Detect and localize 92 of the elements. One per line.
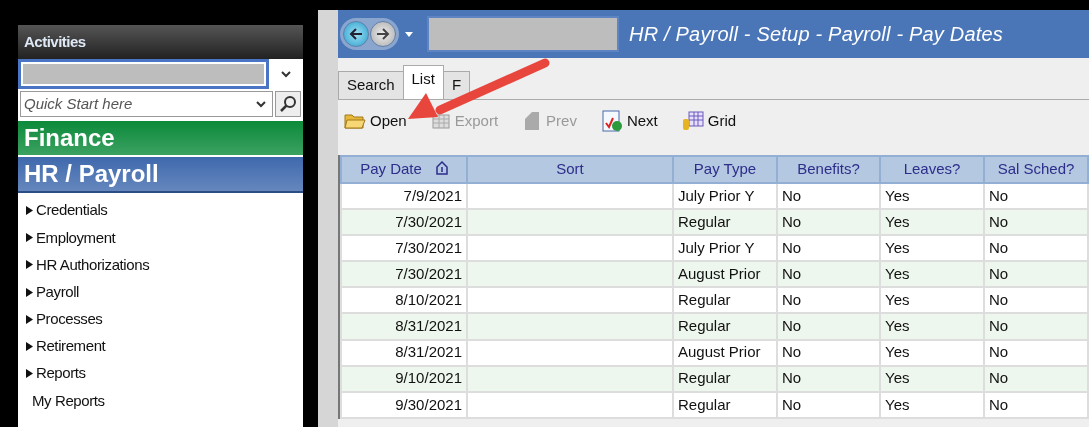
table-cell: Yes <box>880 261 984 288</box>
table-cell: Yes <box>880 235 984 262</box>
forward-button[interactable] <box>370 21 396 47</box>
toolbar-button[interactable]: Grid <box>681 109 737 133</box>
column-header[interactable]: Pay Date <box>341 156 467 183</box>
table-cell: Yes <box>880 183 984 210</box>
sidebar-item[interactable]: Reports <box>18 360 303 388</box>
table-cell: No <box>777 313 880 340</box>
table-cell: 8/31/2021 <box>341 313 467 340</box>
grid-icon <box>681 111 704 131</box>
tab[interactable]: Search <box>338 71 404 99</box>
table-cell: Yes <box>880 391 984 418</box>
table-cell: 7/30/2021 <box>341 235 467 262</box>
window-title: HR / Payroll - Setup - Payroll - Pay Dates <box>629 22 1004 47</box>
table-cell: No <box>984 235 1088 262</box>
column-header[interactable]: Pay Type <box>673 156 777 183</box>
sidebar-item[interactable]: Retirement <box>18 332 303 361</box>
table-cell: 7/30/2021 <box>341 261 467 288</box>
table-cell: Yes <box>880 313 984 340</box>
forward-arrow-icon <box>376 28 390 40</box>
module-header[interactable]: Finance <box>18 121 303 157</box>
sidebar-item[interactable]: My Reports <box>18 387 303 415</box>
sidebar-item[interactable]: HR Authorizations <box>18 251 303 279</box>
table-cell: 8/31/2021 <box>341 339 467 366</box>
table-cell: No <box>777 183 880 210</box>
table-cell: Regular <box>673 365 777 392</box>
sidebar-item[interactable]: Payroll <box>18 278 303 306</box>
table-cell: No <box>777 365 880 392</box>
table-cell: August Prior <box>673 339 777 366</box>
column-header[interactable]: Leaves? <box>880 156 984 183</box>
table-cell: August Prior <box>673 261 777 288</box>
table-cell: No <box>777 339 880 366</box>
expand-arrow-icon[interactable] <box>26 233 33 243</box>
table-cell: 7/9/2021 <box>341 183 467 210</box>
search-icon <box>279 95 297 113</box>
back-arrow-icon <box>349 28 363 40</box>
expand-arrow-icon[interactable] <box>26 206 33 216</box>
sort-icon[interactable] <box>435 161 448 176</box>
chevron-down-icon[interactable] <box>281 70 291 78</box>
sidebar-item[interactable]: Employment <box>18 224 303 252</box>
table-cell: 8/10/2021 <box>341 287 467 314</box>
caret-icon[interactable] <box>405 31 413 37</box>
document-check-icon <box>600 110 623 132</box>
column-header[interactable]: Benefits? <box>777 156 880 183</box>
table-cell: Yes <box>880 339 984 366</box>
table-cell: Regular <box>673 391 777 418</box>
expand-arrow-icon[interactable] <box>26 260 33 270</box>
table-cell: Yes <box>880 365 984 392</box>
dropdown-field[interactable] <box>18 59 269 89</box>
sidebar-item[interactable]: Credentials <box>18 197 303 225</box>
expand-arrow-icon[interactable] <box>26 342 33 352</box>
column-header[interactable]: Sort <box>467 156 673 183</box>
table-cell: Regular <box>673 287 777 314</box>
quick-start-field[interactable]: Quick Start here <box>20 91 273 117</box>
table-cell: No <box>777 261 880 288</box>
search-button[interactable] <box>275 91 301 117</box>
table-cell: Regular <box>673 209 777 236</box>
table-cell: 9/10/2021 <box>341 365 467 392</box>
table-cell: July Prior Y <box>673 183 777 210</box>
table-cell: No <box>984 313 1088 340</box>
table-cell: Yes <box>880 287 984 314</box>
toolbar-button[interactable]: Open <box>344 109 407 133</box>
expand-arrow-icon[interactable] <box>26 314 33 324</box>
table-cell: No <box>984 209 1088 236</box>
table-cell: No <box>984 183 1088 210</box>
table-cell: No <box>984 339 1088 366</box>
expand-arrow-icon[interactable] <box>26 369 33 379</box>
table-cell: July Prior Y <box>673 235 777 262</box>
table-cell: No <box>777 235 880 262</box>
folder-icon <box>344 112 366 130</box>
expand-arrow-icon[interactable] <box>26 287 33 297</box>
sidebar-title: Activities <box>18 25 303 59</box>
table-cell: Yes <box>880 209 984 236</box>
table-cell: No <box>984 391 1088 418</box>
module-header[interactable]: HR / Payroll <box>18 157 303 193</box>
table-cell: No <box>777 287 880 314</box>
table-cell: No <box>984 287 1088 314</box>
table-cell: 7/30/2021 <box>341 209 467 236</box>
tab[interactable]: List <box>402 65 444 99</box>
sidebar-item[interactable]: Processes <box>18 305 303 333</box>
table-cell: No <box>984 365 1088 392</box>
address-field[interactable] <box>427 16 619 52</box>
table-cell: 9/30/2021 <box>341 391 467 418</box>
table-cell: Regular <box>673 313 777 340</box>
table-icon <box>430 112 451 130</box>
column-header[interactable]: Sal Sched? <box>984 156 1088 183</box>
toolbar-button[interactable]: Next <box>600 109 658 133</box>
table-cell: No <box>984 261 1088 288</box>
back-button[interactable] <box>343 21 369 47</box>
chevron-down-icon[interactable] <box>256 100 266 108</box>
table-cell: No <box>777 391 880 418</box>
table-cell: No <box>777 209 880 236</box>
